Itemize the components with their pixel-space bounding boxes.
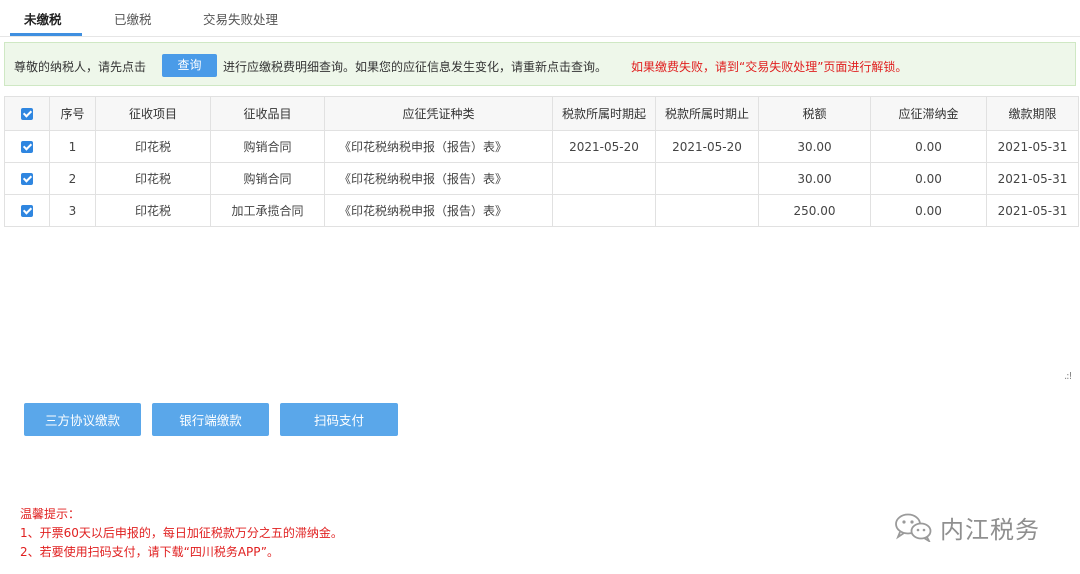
select-all-cell <box>4 96 50 131</box>
tab-failed-transactions[interactable]: 交易失败处理 <box>203 9 278 28</box>
cell-category: 购销合同 <box>210 130 325 163</box>
header-deadline: 缴款期限 <box>986 96 1079 131</box>
notice-bar: 尊敬的纳税人，请先点击 查询 进行应缴税费明细查询。如果您的应征信息发生变化，请… <box>4 42 1076 86</box>
cell-item: 印花税 <box>95 162 211 195</box>
row-select-cell <box>4 194 50 227</box>
cell-item: 印花税 <box>95 194 211 227</box>
tips-line-2: 2、若要使用扫码支付，请下载“四川税务APP”。 <box>20 545 279 559</box>
bank-payment-button[interactable]: 银行端缴款 <box>152 403 269 436</box>
tips-title: 温馨提示： <box>20 507 81 521</box>
header-period-end: 税款所属时期止 <box>655 96 759 131</box>
notice-text-after: 进行应缴税费明细查询。如果您的应征信息发生变化，请重新点击查询。 <box>223 60 608 74</box>
tripartite-payment-button[interactable]: 三方协议缴款 <box>24 403 141 436</box>
table-row[interactable]: 3 印花税 加工承揽合同 《印花税纳税申报（报告）表》 250.00 0.00 … <box>4 194 1079 227</box>
header-period-start: 税款所属时期起 <box>552 96 656 131</box>
cell-period-start <box>552 194 656 227</box>
select-all-checkbox[interactable] <box>21 108 33 120</box>
cell-voucher: 《印花税纳税申报（报告）表》 <box>324 162 553 195</box>
header-item: 征收项目 <box>95 96 211 131</box>
row-select-cell <box>4 162 50 195</box>
cell-item: 印花税 <box>95 130 211 163</box>
cell-deadline: 2021-05-31 <box>986 130 1079 163</box>
row-checkbox[interactable] <box>21 173 33 185</box>
tab-unpaid[interactable]: 未缴税 <box>24 9 62 28</box>
cell-deadline: 2021-05-31 <box>986 162 1079 195</box>
cell-voucher: 《印花税纳税申报（报告）表》 <box>324 130 553 163</box>
watermark: 内江税务 <box>894 510 1040 544</box>
tab-bar: 未缴税 已缴税 交易失败处理 <box>0 0 1080 37</box>
cell-no: 1 <box>49 130 96 163</box>
wechat-icon <box>895 513 932 542</box>
cell-period-end: 2021-05-20 <box>655 130 759 163</box>
active-tab-indicator <box>10 33 82 36</box>
resize-grip-icon[interactable]: .:! <box>1064 371 1073 382</box>
cell-voucher: 《印花税纳税申报（报告）表》 <box>324 194 553 227</box>
tax-table: 序号 征收项目 征收品目 应征凭证种类 税款所属时期起 税款所属时期止 税额 应… <box>4 96 1079 227</box>
cell-late-fee: 0.00 <box>870 162 987 195</box>
cell-period-end <box>655 162 759 195</box>
notice-warning: 如果缴费失败，请到“交易失败处理”页面进行解锁。 <box>631 60 908 74</box>
cell-amount: 250.00 <box>758 194 871 227</box>
header-voucher: 应征凭证种类 <box>324 96 553 131</box>
row-select-cell <box>4 130 50 163</box>
cell-no: 2 <box>49 162 96 195</box>
cell-amount: 30.00 <box>758 162 871 195</box>
row-checkbox[interactable] <box>21 205 33 217</box>
cell-period-start <box>552 162 656 195</box>
cell-category: 加工承揽合同 <box>210 194 325 227</box>
header-amount: 税额 <box>758 96 871 131</box>
watermark-text: 内江税务 <box>940 515 1040 544</box>
table-row[interactable]: 1 印花税 购销合同 《印花税纳税申报（报告）表》 2021-05-20 202… <box>4 130 1079 163</box>
qr-payment-button[interactable]: 扫码支付 <box>280 403 398 436</box>
tab-paid[interactable]: 已缴税 <box>114 9 152 28</box>
cell-amount: 30.00 <box>758 130 871 163</box>
notice-text-before: 尊敬的纳税人，请先点击 <box>14 60 147 74</box>
header-no: 序号 <box>49 96 96 131</box>
cell-deadline: 2021-05-31 <box>986 194 1079 227</box>
query-button[interactable]: 查询 <box>162 54 217 77</box>
table-header-row: 序号 征收项目 征收品目 应征凭证种类 税款所属时期起 税款所属时期止 税额 应… <box>4 96 1079 131</box>
cell-period-end <box>655 194 759 227</box>
tips-line-1: 1、开票60天以后申报的，每日加征税款万分之五的滞纳金。 <box>20 526 343 540</box>
table-row[interactable]: 2 印花税 购销合同 《印花税纳税申报（报告）表》 30.00 0.00 202… <box>4 162 1079 195</box>
header-category: 征收品目 <box>210 96 325 131</box>
row-checkbox[interactable] <box>21 141 33 153</box>
tips-section: 温馨提示： 1、开票60天以后申报的，每日加征税款万分之五的滞纳金。 2、若要使… <box>20 505 343 562</box>
cell-period-start: 2021-05-20 <box>552 130 656 163</box>
header-late-fee: 应征滞纳金 <box>870 96 987 131</box>
cell-category: 购销合同 <box>210 162 325 195</box>
cell-no: 3 <box>49 194 96 227</box>
cell-late-fee: 0.00 <box>870 130 987 163</box>
cell-late-fee: 0.00 <box>870 194 987 227</box>
